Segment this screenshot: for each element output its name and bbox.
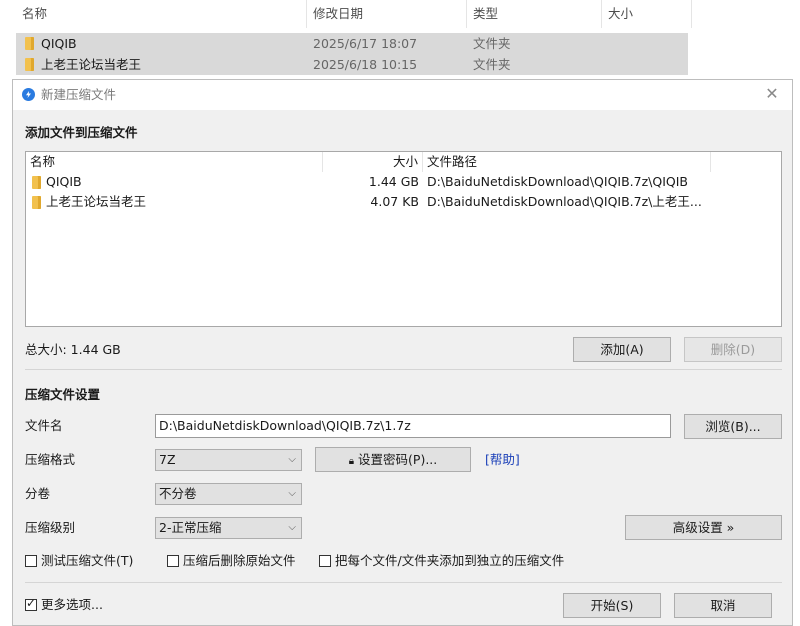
list-item[interactable]: QIQIB 1.44 GB D:\BaiduNetdiskDownload\QI… xyxy=(26,172,781,192)
folder-icon xyxy=(32,176,41,189)
folder-icon xyxy=(25,37,34,50)
list-item-name: QIQIB xyxy=(46,174,82,189)
chevron-down-icon: ⌵ xyxy=(288,522,296,533)
explorer-row-date: 2025/6/17 18:07 xyxy=(313,36,418,51)
volume-label: 分卷 xyxy=(25,486,51,501)
delete-after-checkbox[interactable] xyxy=(167,555,179,567)
volume-select-value: 不分卷 xyxy=(159,486,197,501)
level-select[interactable]: 2-正常压缩 ⌵ xyxy=(155,517,302,539)
column-date[interactable]: 修改日期 xyxy=(307,0,467,28)
volume-select[interactable]: 不分卷 ⌵ xyxy=(155,483,302,505)
list-header-size[interactable]: 大小 xyxy=(323,152,423,172)
separate-archives-checkbox[interactable] xyxy=(319,555,331,567)
explorer-row-name: QIQIB xyxy=(41,36,77,51)
total-size: 总大小: 1.44 GB xyxy=(25,342,121,357)
divider xyxy=(25,582,782,583)
column-type[interactable]: 类型 xyxy=(467,0,602,28)
test-archive-checkbox[interactable] xyxy=(25,555,37,567)
separate-archives-label[interactable]: 把每个文件/文件夹添加到独立的压缩文件 xyxy=(335,551,564,571)
chevron-down-icon: ⌵ xyxy=(288,488,296,499)
level-select-value: 2-正常压缩 xyxy=(159,520,222,535)
list-header-path[interactable]: 文件路径 xyxy=(423,152,711,172)
file-list[interactable]: 名称 大小 文件路径 QIQIB 1.44 GB D:\BaiduNetdisk… xyxy=(25,151,782,327)
list-item-size: 1.44 GB xyxy=(368,174,419,189)
explorer-row-type: 文件夹 xyxy=(473,36,511,51)
column-size[interactable]: 大小 xyxy=(602,0,692,28)
format-label: 压缩格式 xyxy=(25,452,76,467)
divider xyxy=(25,369,782,370)
format-select[interactable]: 7Z ⌵ xyxy=(155,449,302,471)
list-item-path: D:\BaiduNetdiskDownload\QIQIB.7z\上老王... xyxy=(427,194,702,209)
new-archive-dialog: 新建压缩文件 ✕ 添加文件到压缩文件 名称 大小 文件路径 QIQIB 1.44… xyxy=(12,79,793,626)
filename-input[interactable]: D:\BaiduNetdiskDownload\QIQIB.7z\1.7z xyxy=(155,414,671,438)
explorer-row[interactable]: QIQIB 2025/6/17 18:07 文件夹 xyxy=(16,33,688,54)
close-icon[interactable]: ✕ xyxy=(762,84,782,104)
list-item-name: 上老王论坛当老王 xyxy=(46,194,147,209)
lock-icon: 🔒︎ xyxy=(348,456,355,467)
more-options-checkbox[interactable] xyxy=(25,596,37,611)
add-files-heading: 添加文件到压缩文件 xyxy=(25,125,138,140)
explorer-column-header: 名称 ^ 修改日期 类型 大小 xyxy=(0,0,692,28)
cancel-button[interactable]: 取消 xyxy=(674,593,772,618)
list-item[interactable]: 上老王论坛当老王 4.07 KB D:\BaiduNetdiskDownload… xyxy=(26,192,781,212)
explorer-row[interactable]: 上老王论坛当老王 2025/6/18 10:15 文件夹 xyxy=(16,54,688,75)
more-options-label[interactable]: 更多选项... xyxy=(41,595,103,615)
advanced-settings-button[interactable]: 高级设置 » xyxy=(625,515,782,540)
dialog-title: 新建压缩文件 xyxy=(41,87,117,102)
settings-heading: 压缩文件设置 xyxy=(25,387,101,402)
list-header-name[interactable]: 名称 xyxy=(26,152,323,172)
sort-arrow-icon: ^ xyxy=(156,0,165,6)
explorer-row-date: 2025/6/18 10:15 xyxy=(313,57,418,72)
explorer-row-name: 上老王论坛当老王 xyxy=(41,57,142,72)
help-link[interactable]: [帮助] xyxy=(485,450,520,470)
level-label: 压缩级别 xyxy=(25,520,76,535)
delete-after-label[interactable]: 压缩后删除原始文件 xyxy=(183,551,296,571)
test-archive-label[interactable]: 测试压缩文件(T) xyxy=(41,551,133,571)
add-button[interactable]: 添加(A) xyxy=(573,337,671,362)
delete-button[interactable]: 删除(D) xyxy=(684,337,782,362)
list-item-path: D:\BaiduNetdiskDownload\QIQIB.7z\QIQIB xyxy=(427,174,689,189)
explorer-row-type: 文件夹 xyxy=(473,57,511,72)
format-select-value: 7Z xyxy=(159,452,176,467)
set-password-label: 设置密码(P)... xyxy=(358,452,438,467)
set-password-button[interactable]: 🔒︎ 设置密码(P)... xyxy=(315,447,471,472)
app-icon xyxy=(22,88,35,101)
filename-label: 文件名 xyxy=(25,418,63,433)
folder-icon xyxy=(25,58,34,71)
chevron-down-icon: ⌵ xyxy=(288,454,296,465)
dialog-titlebar: 新建压缩文件 ✕ xyxy=(13,80,792,110)
folder-icon xyxy=(32,196,41,209)
list-item-size: 4.07 KB xyxy=(370,194,419,209)
browse-button[interactable]: 浏览(B)... xyxy=(684,414,782,439)
start-button[interactable]: 开始(S) xyxy=(563,593,661,618)
